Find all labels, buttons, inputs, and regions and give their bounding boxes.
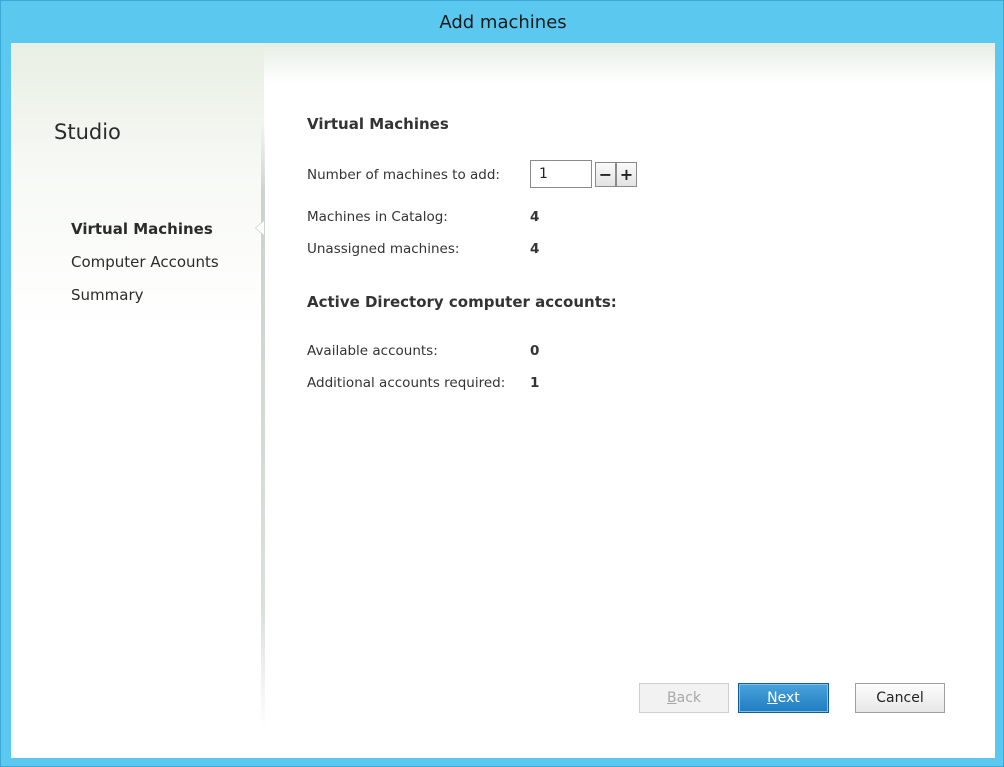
sidebar-divider bbox=[261, 121, 265, 731]
add-machines-window: Add machines Studio Virtual Machines Com… bbox=[0, 0, 1004, 767]
cancel-button[interactable]: Cancel bbox=[855, 683, 945, 713]
ad-accounts-heading: Active Directory computer accounts: bbox=[307, 293, 617, 311]
next-button[interactable]: Next bbox=[738, 683, 829, 713]
machines-to-add-input[interactable]: 1 bbox=[530, 160, 592, 188]
wizard-sidebar: Studio Virtual Machines Computer Account… bbox=[11, 43, 264, 758]
machines-in-catalog-value: 4 bbox=[530, 209, 540, 225]
available-accounts-value: 0 bbox=[530, 343, 540, 359]
sidebar-item-virtual-machines[interactable]: Virtual Machines bbox=[71, 218, 219, 251]
next-label-rest: ext bbox=[777, 690, 800, 706]
additional-accounts-value: 1 bbox=[530, 375, 540, 391]
next-mnemonic: N bbox=[767, 690, 778, 706]
sidebar-item-summary[interactable]: Summary bbox=[71, 284, 219, 317]
window-title: Add machines bbox=[439, 11, 567, 33]
virtual-machines-heading: Virtual Machines bbox=[307, 115, 449, 133]
additional-accounts-label: Additional accounts required: bbox=[307, 375, 506, 391]
wizard-steps: Virtual Machines Computer Accounts Summa… bbox=[71, 218, 219, 317]
increment-button[interactable]: + bbox=[616, 162, 637, 187]
decrement-button[interactable]: − bbox=[595, 162, 616, 187]
active-step-pointer bbox=[256, 221, 264, 235]
back-label-rest: ack bbox=[676, 690, 701, 706]
unassigned-machines-value: 4 bbox=[530, 241, 540, 257]
back-button[interactable]: Back bbox=[639, 683, 729, 713]
wizard-client-area: Studio Virtual Machines Computer Account… bbox=[11, 43, 995, 758]
machines-in-catalog-label: Machines in Catalog: bbox=[307, 209, 448, 225]
unassigned-machines-label: Unassigned machines: bbox=[307, 241, 460, 257]
sidebar-app-title: Studio bbox=[54, 120, 121, 144]
machines-to-add-label: Number of machines to add: bbox=[307, 167, 500, 183]
title-bar[interactable]: Add machines bbox=[1, 1, 1004, 43]
sidebar-item-computer-accounts[interactable]: Computer Accounts bbox=[71, 251, 219, 284]
back-mnemonic: B bbox=[667, 690, 677, 706]
available-accounts-label: Available accounts: bbox=[307, 343, 438, 359]
